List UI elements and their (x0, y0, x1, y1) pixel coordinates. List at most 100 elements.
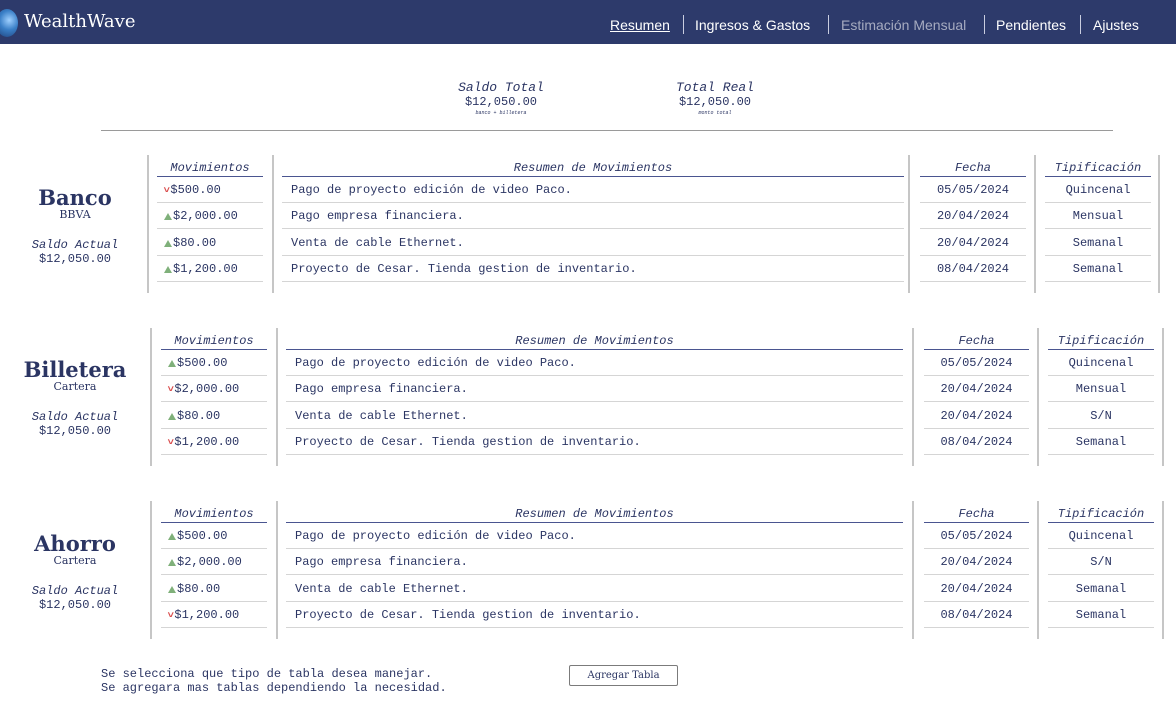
column-divider (1037, 501, 1039, 639)
account-name: Billetera (23, 357, 127, 382)
amount-text: $2,000.00 (177, 555, 242, 570)
movement-amount: $500.00 (168, 356, 227, 370)
nav-item-estimacion-mensual[interactable]: Estimación Mensual (841, 17, 966, 33)
row-divider (286, 375, 903, 376)
income-arrow-icon (164, 213, 172, 221)
row-divider (157, 202, 263, 203)
row-divider (920, 254, 1026, 256)
row-divider (286, 453, 903, 455)
row-divider (286, 548, 903, 549)
amount-text: $1,200.00 (174, 434, 240, 449)
row-divider (286, 626, 903, 628)
footer-line-1: Se selecciona que tipo de tabla desea ma… (101, 667, 433, 681)
saldo-actual-value: $12,050.00 (38, 598, 111, 612)
row-divider (924, 401, 1029, 403)
saldo-actual-value: $12,050.00 (38, 424, 111, 438)
row-divider (920, 280, 1026, 282)
expense-arrow-icon: ˅ (167, 437, 174, 448)
row-divider (286, 401, 903, 403)
header-underline (1045, 176, 1151, 177)
nav-separator (1080, 15, 1081, 34)
saldo-actual-value: $12,050.00 (38, 252, 111, 266)
row-divider (924, 427, 1029, 429)
header-fecha: Fecha (958, 507, 995, 521)
nav-item-ingresos-gastos[interactable]: Ingresos & Gastos (695, 17, 810, 33)
total-real-note: monto total (698, 110, 732, 116)
row-divider (161, 453, 267, 455)
movement-description: Pago empresa financiera. (295, 555, 468, 570)
header-underline (924, 349, 1029, 350)
amount-text: $80.00 (177, 408, 221, 423)
movement-type: Mensual (1072, 209, 1124, 224)
column-divider (1158, 155, 1160, 293)
row-divider (157, 228, 263, 230)
header-underline (161, 522, 267, 523)
movement-date: 05/05/2024 (936, 183, 1009, 197)
movement-description: Pago empresa financiera. (295, 382, 468, 397)
income-arrow-icon (164, 265, 172, 273)
amount-text: $500.00 (177, 356, 228, 370)
movement-type: S/N (1090, 408, 1112, 423)
nav-item-pendientes[interactable]: Pendientes (996, 17, 1066, 33)
footer-line-2: Se agregara mas tablas dependiendo la ne… (101, 681, 447, 695)
header-underline (286, 522, 903, 523)
header-fecha: Fecha (954, 161, 991, 175)
movement-type: Semanal (1075, 581, 1127, 596)
movement-date: 20/04/2024 (940, 382, 1013, 397)
amount-text: $2,000.00 (174, 382, 240, 397)
row-divider (1048, 600, 1154, 602)
column-divider (908, 155, 910, 293)
account-subtitle: Cartera (53, 380, 97, 393)
row-divider (286, 600, 903, 602)
nav-item-resumen[interactable]: Resumen (610, 17, 670, 33)
movement-amount: $1,200.00 (164, 262, 238, 276)
movement-date: 05/05/2024 (940, 356, 1013, 370)
row-divider (157, 280, 263, 282)
row-divider (161, 626, 267, 628)
saldo-total-value: $12,050.00 (464, 95, 537, 109)
column-divider (272, 155, 274, 293)
account-subtitle: BBVA (59, 208, 91, 221)
header-resumen: Resumen de Movimientos (515, 334, 674, 348)
expense-arrow-icon: ˅ (163, 186, 170, 196)
column-divider (150, 501, 152, 639)
nav-separator (683, 15, 684, 34)
header-movimientos: Movimientos (170, 161, 250, 175)
row-divider (1048, 548, 1154, 549)
header-tipificacion: Tipificación (1054, 161, 1142, 175)
total-real-summary: Total Real $12,050.00 monto total (645, 80, 785, 116)
amount-text: $80.00 (177, 581, 221, 596)
column-divider (1162, 328, 1164, 466)
movement-description: Pago de proyecto edición de video Paco. (295, 356, 576, 370)
movement-type: Semanal (1075, 607, 1127, 622)
row-divider (286, 574, 903, 576)
income-arrow-icon (164, 239, 172, 247)
movement-date: 20/04/2024 (940, 408, 1013, 423)
nav-separator (828, 15, 829, 34)
movement-amount: ˅$2,000.00 (167, 382, 240, 397)
movement-description: Venta de cable Ethernet. (295, 581, 468, 596)
header-resumen: Resumen de Movimientos (515, 507, 674, 521)
movement-type: Quincenal (1068, 529, 1134, 543)
amount-text: $2,000.00 (173, 209, 238, 224)
total-real-title: Total Real (675, 80, 754, 95)
row-divider (1045, 202, 1151, 203)
account-subtitle: Cartera (53, 554, 97, 567)
footer-instructions: Se selecciona que tipo de tabla desea ma… (101, 667, 447, 695)
nav-item-ajustes[interactable]: Ajustes (1093, 17, 1139, 33)
row-divider (924, 375, 1029, 376)
total-real-value: $12,050.00 (678, 95, 751, 109)
income-arrow-icon (168, 360, 176, 367)
header-resumen: Resumen de Movimientos (513, 161, 673, 175)
header-tipificacion: Tipificación (1057, 507, 1145, 521)
add-table-button[interactable]: Agregar Tabla (569, 665, 678, 686)
row-divider (282, 280, 904, 282)
column-divider (150, 328, 152, 466)
movement-description: Proyecto de Cesar. Tienda gestion de inv… (291, 261, 637, 276)
row-divider (161, 427, 267, 429)
movement-amount: $2,000.00 (164, 209, 238, 223)
header-underline (161, 349, 267, 350)
header-fecha: Fecha (958, 334, 995, 348)
row-divider (924, 453, 1029, 455)
row-divider (924, 548, 1029, 549)
